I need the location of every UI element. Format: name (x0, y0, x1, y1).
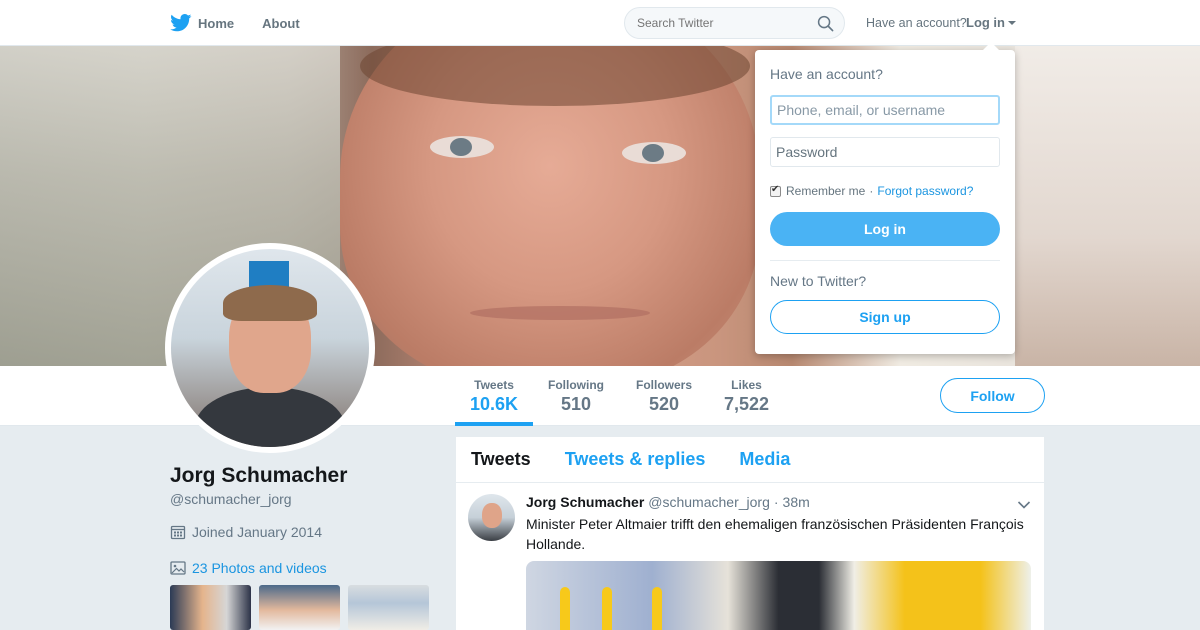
avatar-hair (223, 285, 317, 321)
login-button[interactable]: Log in (770, 212, 1000, 246)
twitter-bird-icon (170, 14, 192, 32)
new-to-twitter-text: New to Twitter? (770, 273, 867, 289)
tweet-author-name[interactable]: Jorg Schumacher (526, 494, 644, 510)
dropdown-title: Have an account? (770, 66, 883, 82)
timeline: Tweets Tweets & replies Media Jorg Schum… (456, 437, 1044, 630)
stat-likes[interactable]: Likes 7,522 (724, 378, 769, 415)
forgot-password-link[interactable]: Forgot password? (877, 184, 973, 198)
tab-tweets[interactable]: Tweets (471, 449, 531, 470)
stat-label: Following (548, 378, 604, 392)
banner-eye-left (430, 136, 494, 158)
profile-joined: Joined January 2014 (170, 524, 322, 540)
stat-label: Likes (731, 378, 762, 392)
nav-home-label: Home (198, 15, 235, 31)
banner-background-right (1015, 46, 1200, 366)
search-input[interactable] (637, 16, 807, 30)
search-box[interactable] (624, 7, 845, 39)
remember-separator: · (869, 184, 874, 198)
profile-name[interactable]: Jorg Schumacher (170, 464, 347, 488)
password-field[interactable] (770, 137, 1000, 167)
stat-value: 520 (648, 394, 680, 414)
follow-button[interactable]: Follow (940, 378, 1045, 413)
profile-handle[interactable]: @schumacher_jorg (170, 491, 292, 507)
nav-left: Home About (170, 0, 328, 46)
have-account-text: Have an account? (866, 16, 967, 30)
chevron-down-icon[interactable] (1017, 500, 1031, 510)
avatar-image (171, 249, 369, 447)
nav-about-link[interactable]: About (262, 16, 300, 31)
calendar-icon (170, 525, 186, 540)
remember-me-checkbox[interactable] (770, 184, 781, 197)
tweet-avatar[interactable] (468, 494, 515, 541)
tweet-header: Jorg Schumacher @schumacher_jorg · 38m (526, 494, 810, 510)
joined-text: Joined January 2014 (192, 524, 322, 540)
dropdown-divider (770, 260, 1000, 261)
stat-following[interactable]: Following 510 (548, 378, 604, 415)
timeline-tabs: Tweets Tweets & replies Media (456, 437, 1044, 483)
profile-avatar[interactable] (165, 243, 375, 453)
media-figure (652, 587, 662, 630)
nav-home-link[interactable]: Home (170, 14, 234, 32)
stat-value: 7,522 (724, 394, 770, 414)
tweet-author-handle[interactable]: @schumacher_jorg (648, 494, 770, 510)
photo-thumbnail[interactable] (170, 585, 251, 630)
image-icon (170, 561, 186, 575)
tab-media[interactable]: Media (739, 449, 790, 470)
photo-thumbnail[interactable] (259, 585, 340, 630)
login-link-label: Log in (966, 15, 1005, 30)
tweet[interactable]: Jorg Schumacher @schumacher_jorg · 38m M… (456, 483, 1044, 630)
stat-followers[interactable]: Followers 520 (636, 378, 692, 415)
tweet-separator: · (773, 494, 779, 510)
tab-tweets-replies[interactable]: Tweets & replies (565, 449, 706, 470)
tweet-media-image[interactable] (526, 561, 1031, 630)
login-dropdown: Have an account? Remember me · Forgot pa… (755, 42, 1015, 354)
stat-label: Tweets (474, 378, 514, 392)
remember-row: Remember me · Forgot password? (770, 184, 973, 198)
photos-videos-link[interactable]: 23 Photos and videos (170, 560, 327, 576)
media-figure (560, 587, 570, 630)
stat-value: 10.6K (470, 394, 519, 414)
top-nav: Home About Have an account? Log in (0, 0, 1200, 46)
active-stat-underline (455, 422, 533, 426)
signup-button[interactable]: Sign up (770, 300, 1000, 334)
username-field[interactable] (770, 95, 1000, 125)
remember-me-label[interactable]: Remember me (786, 184, 865, 198)
photo-thumbnail[interactable] (348, 585, 429, 630)
banner-eye-right (622, 142, 686, 164)
banner-mouth (470, 306, 650, 320)
photos-link-label: 23 Photos and videos (192, 560, 327, 576)
avatar-body (195, 387, 345, 447)
search-icon[interactable] (817, 15, 834, 32)
tweet-text: Minister Peter Altmaier trifft den ehema… (526, 516, 1024, 552)
stat-label: Followers (636, 378, 693, 392)
login-dropdown-toggle[interactable]: Log in (966, 15, 1016, 30)
stat-tweets[interactable]: Tweets 10.6K (470, 378, 518, 415)
media-figure (602, 587, 612, 630)
tweet-timestamp[interactable]: 38m (783, 494, 810, 510)
stat-value: 510 (560, 394, 592, 414)
caret-down-icon (1008, 20, 1016, 25)
